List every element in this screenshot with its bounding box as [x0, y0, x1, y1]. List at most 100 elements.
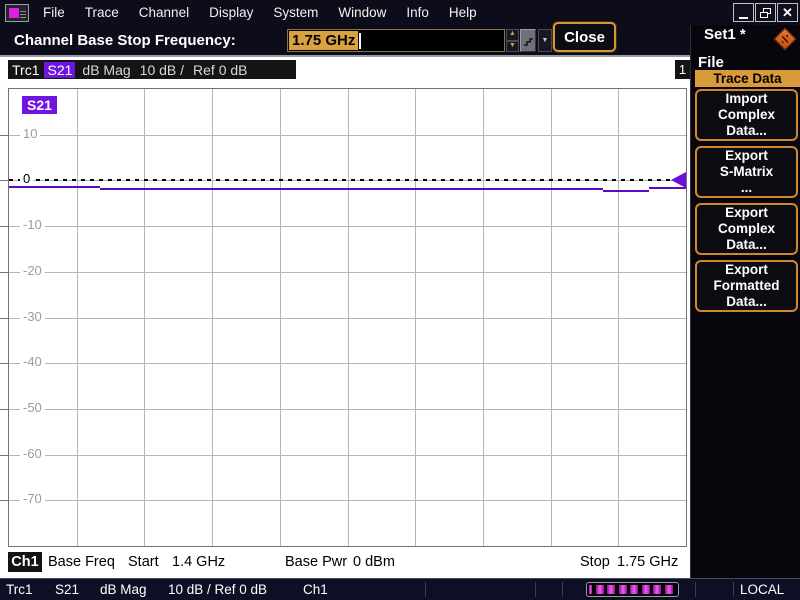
status-separator: [535, 582, 536, 597]
softkey-import-complex-data[interactable]: Import Complex Data...: [695, 89, 798, 141]
status-separator: [425, 582, 426, 597]
softkey-label-line: Complex: [717, 221, 775, 236]
menu-item-help[interactable]: Help: [439, 1, 487, 24]
app-icon-buttons: [20, 8, 26, 18]
start-label: Start: [128, 554, 159, 570]
menu-item-display[interactable]: Display: [199, 1, 263, 24]
text-caret: [359, 32, 362, 49]
softkey-label-line: Export: [725, 262, 768, 277]
progress-segment: [630, 585, 638, 594]
progress-segment: [607, 585, 615, 594]
trace-label-chip: S21: [22, 96, 57, 114]
softkey-label-line: ...: [740, 180, 753, 195]
menu-item-channel[interactable]: Channel: [129, 1, 199, 24]
minimize-button[interactable]: [733, 3, 754, 22]
progress-segment: [641, 585, 650, 594]
y-axis-tick: [0, 454, 8, 456]
y-axis-tick: [0, 271, 8, 273]
progress-segment: [664, 585, 673, 594]
menu-bar: File Trace Channel Display System Window Info H…: [33, 1, 487, 24]
y-axis-label: -70: [20, 491, 45, 507]
progress-segment: [618, 585, 627, 594]
status-parameter: S21: [55, 582, 80, 597]
reference-level-marker-icon[interactable]: [671, 171, 686, 188]
trace-name: Trc1: [12, 61, 40, 78]
softkey-label-line: Data...: [726, 123, 767, 138]
y-axis-tick: [0, 500, 8, 502]
y-axis-label: -40: [20, 354, 45, 370]
channel-info-bar: Ch1 Base Freq Start 1.4 GHz Base Pwr 0 d…: [0, 548, 690, 576]
softkey-label-line: Export: [725, 205, 768, 220]
y-axis-tick: [0, 134, 8, 136]
entry-bar: Channel Base Stop Frequency: 1.75 GHz ▲ …: [0, 22, 690, 56]
staircase-icon: [524, 37, 533, 46]
sidebar-section-header: Trace Data: [695, 70, 800, 87]
trace-format: dB Mag: [82, 61, 131, 78]
softkey-export-s-matrix[interactable]: Export S-Matrix...: [695, 146, 798, 198]
progress-segment: [589, 585, 592, 594]
status-separator: [695, 582, 696, 597]
y-axis-tick: [0, 408, 8, 410]
start-value: 1.4 GHz: [172, 554, 226, 570]
menu-item-trace[interactable]: Trace: [75, 1, 129, 24]
diagram-area[interactable]: S21 10 0 -10 -20 -30 -40 -50 -60 -70: [0, 88, 687, 547]
horizontal-gridline: [9, 454, 686, 456]
minimize-icon: [739, 16, 748, 19]
y-axis-tick: [0, 317, 8, 319]
menu-item-file[interactable]: File: [33, 1, 75, 24]
softkey-export-complex-data[interactable]: Export Complex Data...: [695, 203, 798, 255]
status-channel: Ch1: [303, 582, 328, 597]
restore-button[interactable]: [755, 3, 776, 22]
frequency-input[interactable]: 1.75 GHz: [287, 29, 505, 52]
trace-line-segment: [99, 187, 603, 190]
menu-item-info[interactable]: Info: [396, 1, 439, 24]
y-axis-label: 0: [20, 171, 34, 187]
restore-icon: [760, 7, 771, 18]
unit-dropdown-button[interactable]: ▼: [538, 29, 552, 52]
spinner-down-button[interactable]: ▼: [506, 40, 519, 52]
close-window-icon: ✕: [782, 5, 793, 20]
base-pwr-label: Base Pwr: [285, 554, 348, 570]
y-axis-label: -20: [20, 262, 45, 278]
channel-badge: Ch1: [8, 552, 42, 572]
rohde-schwarz-logo-icon: [773, 27, 797, 51]
spinner-up-button[interactable]: ▲: [506, 29, 519, 41]
status-scale-ref: 10 dB / Ref 0 dB: [168, 582, 268, 597]
base-pwr-value: 0 dBm: [353, 554, 395, 570]
stop-value: 1.75 GHz: [617, 554, 679, 570]
y-axis-label: 10: [20, 125, 41, 141]
horizontal-gridline: [9, 226, 686, 228]
y-axis-label: -10: [20, 217, 45, 233]
y-axis-tick: [0, 226, 8, 228]
softkey-export-formatted-data[interactable]: Export Formatted Data...: [695, 260, 798, 312]
trace-info-bar[interactable]: Trc1 S21 dB Mag 10 dB / Ref 0 dB: [8, 60, 296, 79]
softkey-label-line: Formatted: [713, 278, 780, 293]
step-size-button[interactable]: [520, 29, 536, 52]
diagram-number-badge: 1: [675, 60, 690, 79]
frequency-input-selected-text: 1.75 GHz: [289, 31, 359, 50]
status-format: dB Mag: [100, 582, 147, 597]
app-icon-screen: [9, 7, 19, 18]
horizontal-gridline: [9, 408, 686, 410]
horizontal-gridline: [9, 134, 686, 136]
softkey-label-line: Export: [725, 148, 768, 163]
session-name: Set1 *: [704, 26, 746, 43]
trace-parameter-badge: S21: [44, 61, 76, 78]
trace-line-segment: [602, 189, 649, 192]
base-freq-label: Base Freq: [48, 554, 115, 570]
trace-reference: Ref 0 dB: [193, 61, 248, 78]
trace-scale: 10 dB /: [139, 61, 185, 78]
softkey-label-line: Complex: [717, 107, 775, 122]
progress-segment: [653, 585, 661, 594]
stop-label: Stop: [580, 554, 610, 570]
softkey-label-line: Data...: [726, 294, 767, 309]
y-axis-tick: [0, 363, 8, 365]
horizontal-gridline: [9, 500, 686, 502]
close-entry-button[interactable]: Close: [553, 22, 616, 52]
softkey-label-line: Data...: [726, 237, 767, 252]
status-separator: [733, 582, 734, 597]
close-window-button[interactable]: ✕: [777, 3, 798, 22]
softkey-button-list: Import Complex Data... Export S-Matrix... Exp…: [695, 89, 798, 317]
menu-item-window[interactable]: Window: [328, 1, 396, 24]
menu-item-system[interactable]: System: [263, 1, 328, 24]
